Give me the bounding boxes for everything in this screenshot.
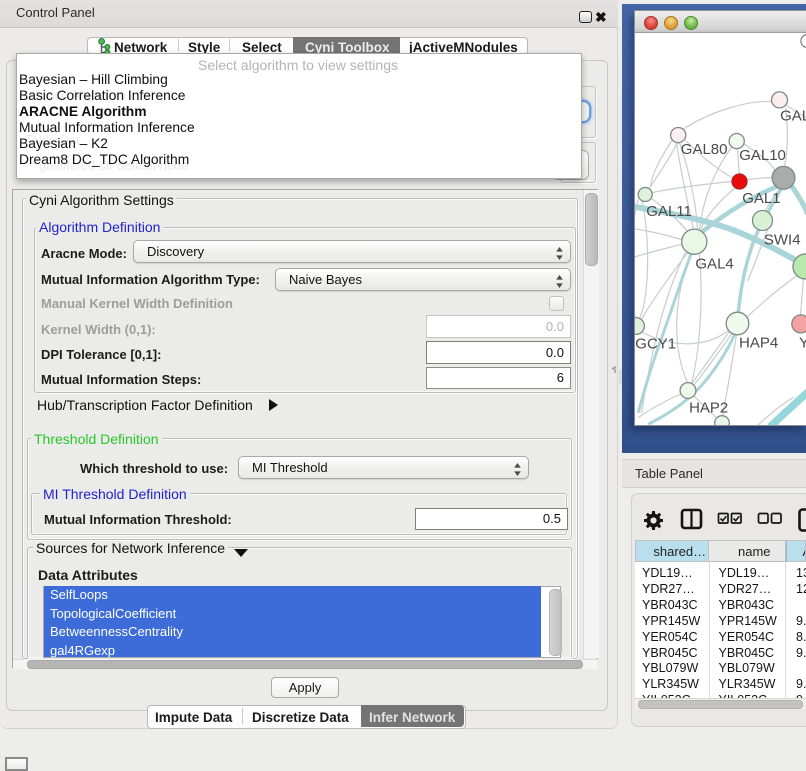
- svg-text:GAL80: GAL80: [680, 141, 727, 158]
- svg-text:GAL4: GAL4: [695, 255, 733, 272]
- svg-text:HAP4: HAP4: [739, 334, 778, 351]
- svg-text:HAP2: HAP2: [689, 399, 728, 416]
- svg-text:GAL11: GAL11: [646, 203, 692, 220]
- svg-text:GAL1: GAL1: [742, 190, 780, 207]
- svg-text:GAL10: GAL10: [739, 147, 786, 164]
- svg-text:GCY1: GCY1: [635, 335, 676, 352]
- svg-text:Y: Y: [799, 334, 806, 351]
- svg-text:SWI4: SWI4: [763, 231, 800, 248]
- svg-text:GAL: GAL: [780, 107, 806, 124]
